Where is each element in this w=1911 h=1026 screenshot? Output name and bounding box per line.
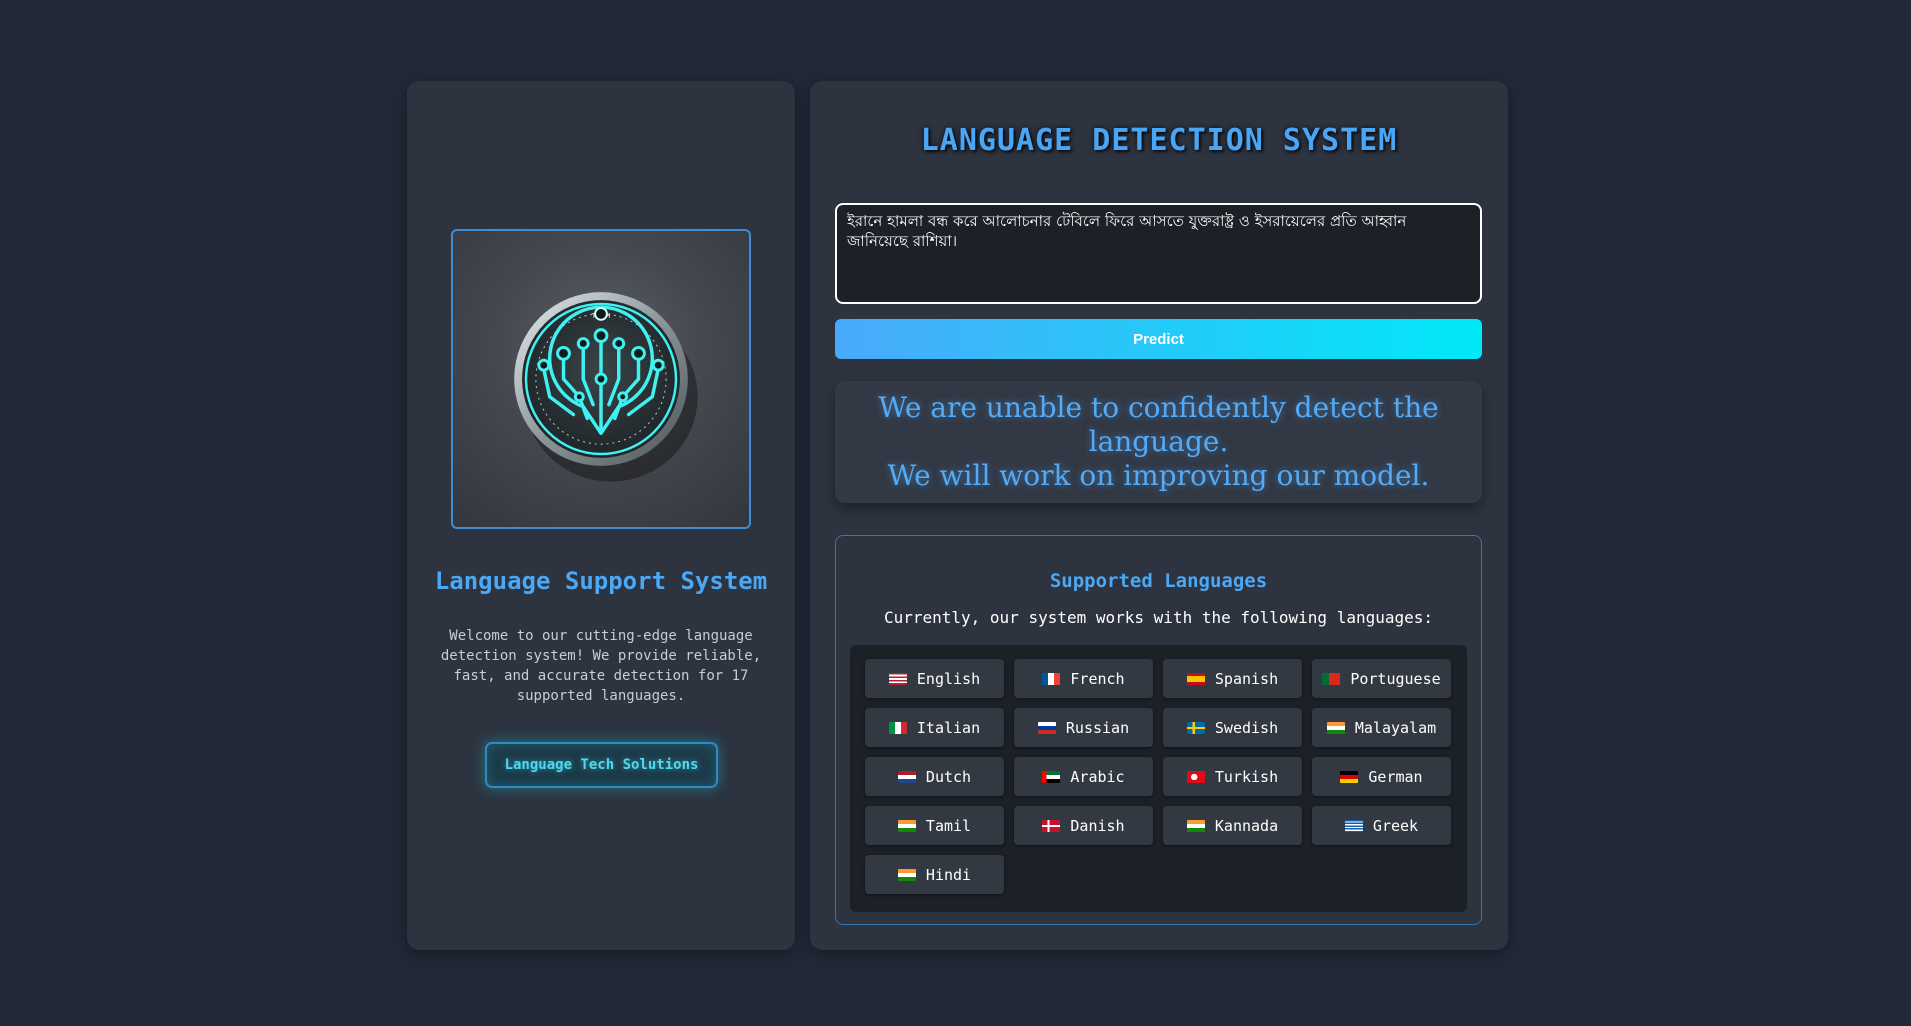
language-chip-arabic[interactable]: Arabic [1014, 757, 1153, 796]
language-chip-french[interactable]: French [1014, 659, 1153, 698]
ae-flag-icon [1042, 770, 1061, 783]
language-tech-solutions-badge[interactable]: Language Tech Solutions [485, 742, 718, 788]
language-chip-greek[interactable]: Greek [1312, 806, 1451, 845]
sidebar-panel: TECH [407, 81, 795, 950]
language-chip-malayalam[interactable]: Malayalam [1312, 708, 1451, 747]
language-chip-turkish[interactable]: Turkish [1163, 757, 1302, 796]
language-chip-label: Dutch [925, 767, 972, 786]
language-chip-label: Hindi [925, 865, 972, 884]
sidebar-title: Language Support System [434, 567, 768, 595]
language-chip-tamil[interactable]: Tamil [865, 806, 1004, 845]
language-chip-label: Kannada [1214, 816, 1279, 835]
text-input[interactable]: ইরানে হামলা বন্ধ করে আলোচনার টেবিলে ফিরে… [835, 203, 1482, 304]
language-chip-danish[interactable]: Danish [1014, 806, 1153, 845]
language-chip-label: Danish [1070, 816, 1125, 835]
language-chip-german[interactable]: German [1312, 757, 1451, 796]
dk-flag-icon [1042, 819, 1061, 832]
in-flag-icon [897, 868, 916, 881]
language-chip-label: Greek [1372, 816, 1419, 835]
language-chip-label: Spanish [1214, 669, 1279, 688]
language-chip-swedish[interactable]: Swedish [1163, 708, 1302, 747]
language-chip-label: French [1070, 669, 1125, 688]
language-chip-english[interactable]: English [865, 659, 1004, 698]
in-flag-icon [1186, 819, 1205, 832]
language-chip-label: German [1368, 767, 1423, 786]
main-panel: LANGUAGE DETECTION SYSTEM ইরানে হামলা বন… [810, 81, 1508, 950]
supported-languages-section: Supported Languages Currently, our syste… [835, 535, 1482, 925]
circuit-chat-bubble-logo-icon: TECH [514, 292, 698, 482]
language-chip-label: Malayalam [1354, 718, 1437, 737]
language-chip-portuguese[interactable]: Portuguese [1312, 659, 1451, 698]
language-chip-hindi[interactable]: Hindi [865, 855, 1004, 894]
us-flag-icon [888, 672, 907, 685]
language-chip-label: English [916, 669, 981, 688]
language-chip-dutch[interactable]: Dutch [865, 757, 1004, 796]
logo-image: TECH [451, 229, 751, 529]
result-message: We are unable to confidently detect the … [835, 381, 1482, 503]
language-chip-spanish[interactable]: Spanish [1163, 659, 1302, 698]
predict-button[interactable]: Predict [835, 319, 1482, 359]
pt-flag-icon [1322, 672, 1341, 685]
page-title: LANGUAGE DETECTION SYSTEM [920, 123, 1398, 158]
in-flag-icon [1326, 721, 1345, 734]
language-chip-italian[interactable]: Italian [865, 708, 1004, 747]
supported-languages-title: Supported Languages [1049, 570, 1268, 592]
language-chip-kannada[interactable]: Kannada [1163, 806, 1302, 845]
es-flag-icon [1186, 672, 1205, 685]
in-flag-icon [897, 819, 916, 832]
tr-flag-icon [1186, 770, 1205, 783]
language-chip-label: Portuguese [1350, 669, 1441, 688]
fr-flag-icon [1042, 672, 1061, 685]
nl-flag-icon [897, 770, 916, 783]
result-line-1: We are unable to confidently detect the … [878, 391, 1439, 458]
result-line-2: We will work on improving our model. [887, 459, 1430, 492]
de-flag-icon [1340, 770, 1359, 783]
language-grid: English French Spanish Portuguese Italian Rus… [850, 645, 1467, 912]
gr-flag-icon [1344, 819, 1363, 832]
language-chip-label: Swedish [1214, 718, 1279, 737]
language-chip-label: Turkish [1214, 767, 1279, 786]
language-chip-label: Arabic [1070, 767, 1125, 786]
language-chip-russian[interactable]: Russian [1014, 708, 1153, 747]
it-flag-icon [888, 721, 907, 734]
language-chip-label: Tamil [925, 816, 972, 835]
se-flag-icon [1186, 721, 1205, 734]
language-chip-label: Russian [1065, 718, 1130, 737]
language-chip-label: Italian [916, 718, 981, 737]
ru-flag-icon [1037, 721, 1056, 734]
supported-languages-subtitle: Currently, our system works with the fol… [883, 608, 1434, 627]
sidebar-description: Welcome to our cutting-edge language det… [440, 628, 762, 704]
